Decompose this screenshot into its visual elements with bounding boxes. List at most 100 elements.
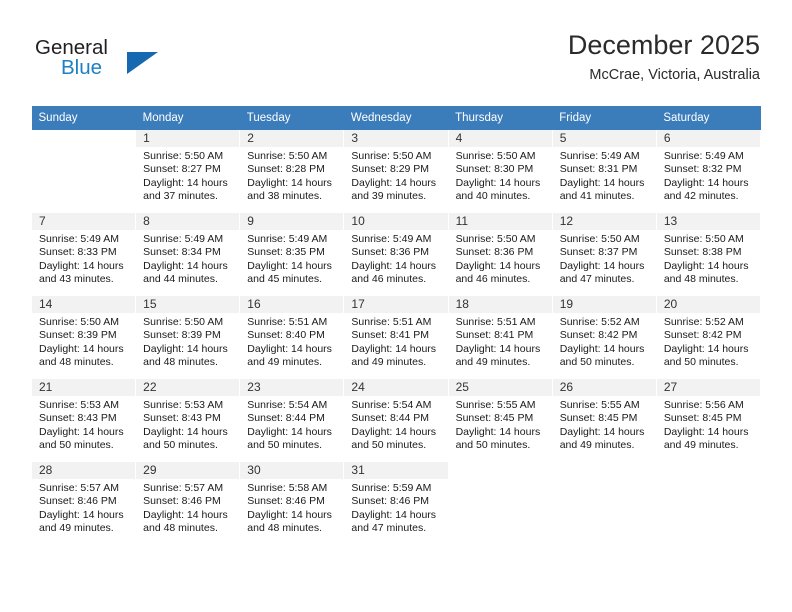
sunset-text: Sunset: 8:42 PM (663, 329, 742, 342)
day-cell-inner: 5 Sunrise: 5:49 AM Sunset: 8:31 PM Daylight… (552, 130, 656, 212)
calendar-day-cell[interactable]: 18 Sunrise: 5:51 AM Sunset: 8:41 PM Dayligh… (447, 295, 553, 379)
sunset-text: Sunset: 8:46 PM (143, 495, 221, 508)
day-details: Sunrise: 5:50 AM Sunset: 8:27 PM Daylight:… (136, 147, 239, 204)
sunrise-text: Sunrise: 5:50 AM (559, 233, 640, 245)
day-cell-inner: 1 Sunrise: 5:50 AM Sunset: 8:27 PM Daylight… (136, 130, 240, 212)
day-details: Sunrise: 5:52 AM Sunset: 8:42 PM Daylight:… (657, 313, 760, 370)
sunrise-text: Sunrise: 5:55 AM (559, 399, 640, 411)
day-number: 13 (656, 213, 760, 230)
calendar-day-cell[interactable]: 28 Sunrise: 5:57 AM Sunset: 8:46 PM Dayligh… (30, 461, 137, 545)
day-details: Sunrise: 5:51 AM Sunset: 8:40 PM Daylight:… (240, 313, 343, 370)
sunset-text: Sunset: 8:39 PM (39, 329, 117, 342)
calendar-day-cell[interactable]: 19 Sunrise: 5:52 AM Sunset: 8:42 PM Dayligh… (551, 295, 657, 379)
sunset-text: Sunset: 8:27 PM (143, 163, 221, 176)
daylight-text-line2: and 42 minutes. (663, 190, 739, 203)
daylight-text-line2: and 49 minutes. (663, 439, 739, 452)
daylight-text-line2: and 49 minutes. (455, 356, 531, 369)
sunset-text: Sunset: 8:45 PM (663, 412, 742, 425)
day-number: 18 (448, 296, 552, 313)
calendar-day-cell[interactable]: 9 Sunrise: 5:49 AM Sunset: 8:35 PM Daylight… (239, 212, 345, 296)
page-header: General Blue December 2025 McCrae, Victo… (32, 28, 760, 100)
daylight-text-line1: Daylight: 14 hours (143, 176, 228, 189)
daylight-text-line2: and 47 minutes. (559, 273, 635, 286)
calendar-day-cell[interactable]: 7 Sunrise: 5:49 AM Sunset: 8:33 PM Daylight… (30, 212, 137, 296)
day-number: 5 (552, 130, 656, 147)
day-details: Sunrise: 5:55 AM Sunset: 8:45 PM Daylight:… (553, 396, 656, 453)
sunset-text: Sunset: 8:36 PM (351, 246, 430, 259)
calendar-day-cell[interactable]: 29 Sunrise: 5:57 AM Sunset: 8:46 PM Dayligh… (135, 461, 241, 545)
day-cell-inner: 18 Sunrise: 5:51 AM Sunset: 8:41 PM Dayligh… (448, 296, 552, 378)
calendar-day-cell[interactable]: 5 Sunrise: 5:49 AM Sunset: 8:31 PM Daylight… (551, 130, 657, 213)
sunrise-text: Sunrise: 5:54 AM (247, 399, 328, 411)
calendar-day-cell[interactable]: 10 Sunrise: 5:49 AM Sunset: 8:36 PM Dayligh… (343, 212, 449, 296)
sunrise-text: Sunrise: 5:53 AM (39, 399, 119, 411)
calendar-day-cell[interactable]: 3 Sunrise: 5:50 AM Sunset: 8:29 PM Daylight… (343, 130, 449, 213)
day-cell-inner: 19 Sunrise: 5:52 AM Sunset: 8:42 PM Dayligh… (552, 296, 656, 378)
day-details: Sunrise: 5:54 AM Sunset: 8:44 PM Daylight:… (344, 396, 447, 453)
calendar-day-cell[interactable]: 31 Sunrise: 5:59 AM Sunset: 8:46 PM Dayligh… (343, 461, 449, 545)
day-number: 27 (656, 379, 760, 396)
sunset-text: Sunset: 8:41 PM (351, 329, 430, 342)
sunset-text: Sunset: 8:38 PM (663, 246, 742, 259)
calendar-day-cell[interactable]: 1 Sunrise: 5:50 AM Sunset: 8:27 PM Daylight… (135, 130, 241, 213)
sunrise-text: Sunrise: 5:50 AM (143, 316, 224, 328)
daylight-text-line2: and 45 minutes. (247, 273, 322, 286)
sunset-text: Sunset: 8:30 PM (455, 163, 534, 176)
calendar-day-cell[interactable]: 30 Sunrise: 5:58 AM Sunset: 8:46 PM Dayligh… (239, 461, 345, 545)
calendar-day-cell[interactable]: 15 Sunrise: 5:50 AM Sunset: 8:39 PM Dayligh… (135, 295, 241, 379)
day-cell-inner: 21 Sunrise: 5:53 AM Sunset: 8:43 PM Dayligh… (32, 379, 136, 461)
sunset-text: Sunset: 8:29 PM (351, 163, 430, 176)
calendar-day-cell[interactable]: 24 Sunrise: 5:54 AM Sunset: 8:44 PM Dayligh… (343, 378, 449, 462)
calendar-day-cell[interactable]: 20 Sunrise: 5:52 AM Sunset: 8:42 PM Dayligh… (655, 295, 762, 379)
day-details: Sunrise: 5:54 AM Sunset: 8:44 PM Daylight:… (240, 396, 343, 453)
calendar-day-cell[interactable]: 22 Sunrise: 5:53 AM Sunset: 8:43 PM Dayligh… (135, 378, 241, 462)
sunrise-text: Sunrise: 5:52 AM (663, 316, 744, 328)
calendar-day-cell[interactable]: 14 Sunrise: 5:50 AM Sunset: 8:39 PM Dayligh… (30, 295, 137, 379)
day-details: Sunrise: 5:58 AM Sunset: 8:46 PM Daylight:… (240, 479, 343, 536)
sunset-text: Sunset: 8:46 PM (351, 495, 430, 508)
day-number: 7 (32, 213, 136, 230)
sunrise-sunset-calendar-table: Sunday Monday Tuesday Wednesday Thursday… (30, 106, 762, 545)
calendar-day-cell[interactable]: 4 Sunrise: 5:50 AM Sunset: 8:30 PM Daylight… (447, 130, 553, 213)
sunrise-text: Sunrise: 5:49 AM (351, 233, 432, 245)
calendar-day-cell[interactable]: 6 Sunrise: 5:49 AM Sunset: 8:32 PM Daylight… (655, 130, 762, 213)
sunrise-text: Sunrise: 5:50 AM (663, 233, 744, 245)
day-details: Sunrise: 5:53 AM Sunset: 8:43 PM Daylight:… (136, 396, 239, 453)
calendar-day-cell-empty (30, 130, 137, 213)
calendar-day-cell[interactable]: 17 Sunrise: 5:51 AM Sunset: 8:41 PM Dayligh… (343, 295, 449, 379)
daylight-text-line2: and 46 minutes. (455, 273, 531, 286)
daylight-text-line1: Daylight: 14 hours (663, 176, 749, 189)
daylight-text-line1: Daylight: 14 hours (455, 259, 541, 272)
calendar-day-cell[interactable]: 27 Sunrise: 5:56 AM Sunset: 8:45 PM Dayligh… (655, 378, 762, 462)
calendar-day-cell[interactable]: 26 Sunrise: 5:55 AM Sunset: 8:45 PM Dayligh… (551, 378, 657, 462)
calendar-day-cell[interactable]: 8 Sunrise: 5:49 AM Sunset: 8:34 PM Daylight… (135, 212, 241, 296)
calendar-day-cell[interactable]: 23 Sunrise: 5:54 AM Sunset: 8:44 PM Dayligh… (239, 378, 345, 462)
day-cell-inner: 27 Sunrise: 5:56 AM Sunset: 8:45 PM Dayligh… (656, 379, 760, 461)
calendar-day-cell[interactable]: 25 Sunrise: 5:55 AM Sunset: 8:45 PM Dayligh… (447, 378, 553, 462)
day-cell-inner: 3 Sunrise: 5:50 AM Sunset: 8:29 PM Daylight… (344, 130, 448, 212)
day-cell-inner: 24 Sunrise: 5:54 AM Sunset: 8:44 PM Dayligh… (344, 379, 448, 461)
calendar-week-row: 14 Sunrise: 5:50 AM Sunset: 8:39 PM Dayligh… (30, 295, 762, 379)
calendar-day-cell[interactable]: 16 Sunrise: 5:51 AM Sunset: 8:40 PM Dayligh… (239, 295, 345, 379)
day-number (449, 462, 552, 479)
calendar-body: 1 Sunrise: 5:50 AM Sunset: 8:27 PM Daylight… (30, 130, 762, 545)
calendar-day-cell[interactable]: 21 Sunrise: 5:53 AM Sunset: 8:43 PM Dayligh… (30, 378, 137, 462)
daylight-text-line1: Daylight: 14 hours (143, 425, 228, 438)
sunrise-text: Sunrise: 5:54 AM (351, 399, 432, 411)
daylight-text-line1: Daylight: 14 hours (351, 259, 437, 272)
day-cell-inner: 2 Sunrise: 5:50 AM Sunset: 8:28 PM Daylight… (240, 130, 344, 212)
sunrise-text: Sunrise: 5:59 AM (351, 482, 432, 494)
sunset-text: Sunset: 8:43 PM (143, 412, 221, 425)
day-cell-inner: 26 Sunrise: 5:55 AM Sunset: 8:45 PM Dayligh… (552, 379, 656, 461)
daylight-text-line2: and 40 minutes. (455, 190, 531, 203)
daylight-text-line2: and 39 minutes. (351, 190, 427, 203)
day-details: Sunrise: 5:57 AM Sunset: 8:46 PM Daylight:… (136, 479, 239, 536)
calendar-day-cell[interactable]: 2 Sunrise: 5:50 AM Sunset: 8:28 PM Daylight… (239, 130, 345, 213)
day-cell-inner: 9 Sunrise: 5:49 AM Sunset: 8:35 PM Daylight… (240, 213, 344, 295)
calendar-day-cell[interactable]: 13 Sunrise: 5:50 AM Sunset: 8:38 PM Dayligh… (655, 212, 762, 296)
calendar-day-cell[interactable]: 11 Sunrise: 5:50 AM Sunset: 8:36 PM Dayligh… (447, 212, 553, 296)
daylight-text-line2: and 41 minutes. (559, 190, 635, 203)
day-number: 31 (344, 462, 448, 479)
day-number: 28 (32, 462, 136, 479)
calendar-day-cell[interactable]: 12 Sunrise: 5:50 AM Sunset: 8:37 PM Dayligh… (551, 212, 657, 296)
